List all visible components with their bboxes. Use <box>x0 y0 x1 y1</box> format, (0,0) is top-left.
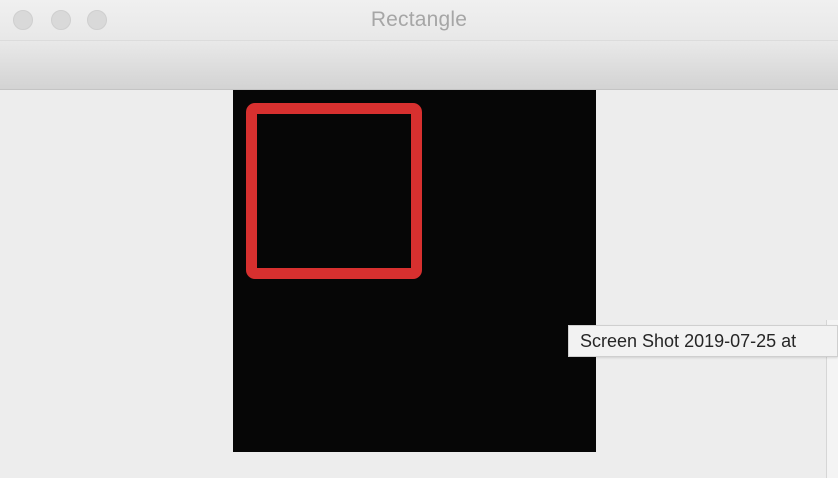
file-name-tooltip: Screen Shot 2019-07-25 at <box>568 325 838 357</box>
app-window: Rectangle Screen Shot 2019-07-25 at <box>0 0 838 478</box>
red-rectangle-shape <box>246 103 422 279</box>
toolbar <box>0 40 838 90</box>
title-bar[interactable]: Rectangle <box>0 0 838 40</box>
window-title: Rectangle <box>370 8 468 31</box>
